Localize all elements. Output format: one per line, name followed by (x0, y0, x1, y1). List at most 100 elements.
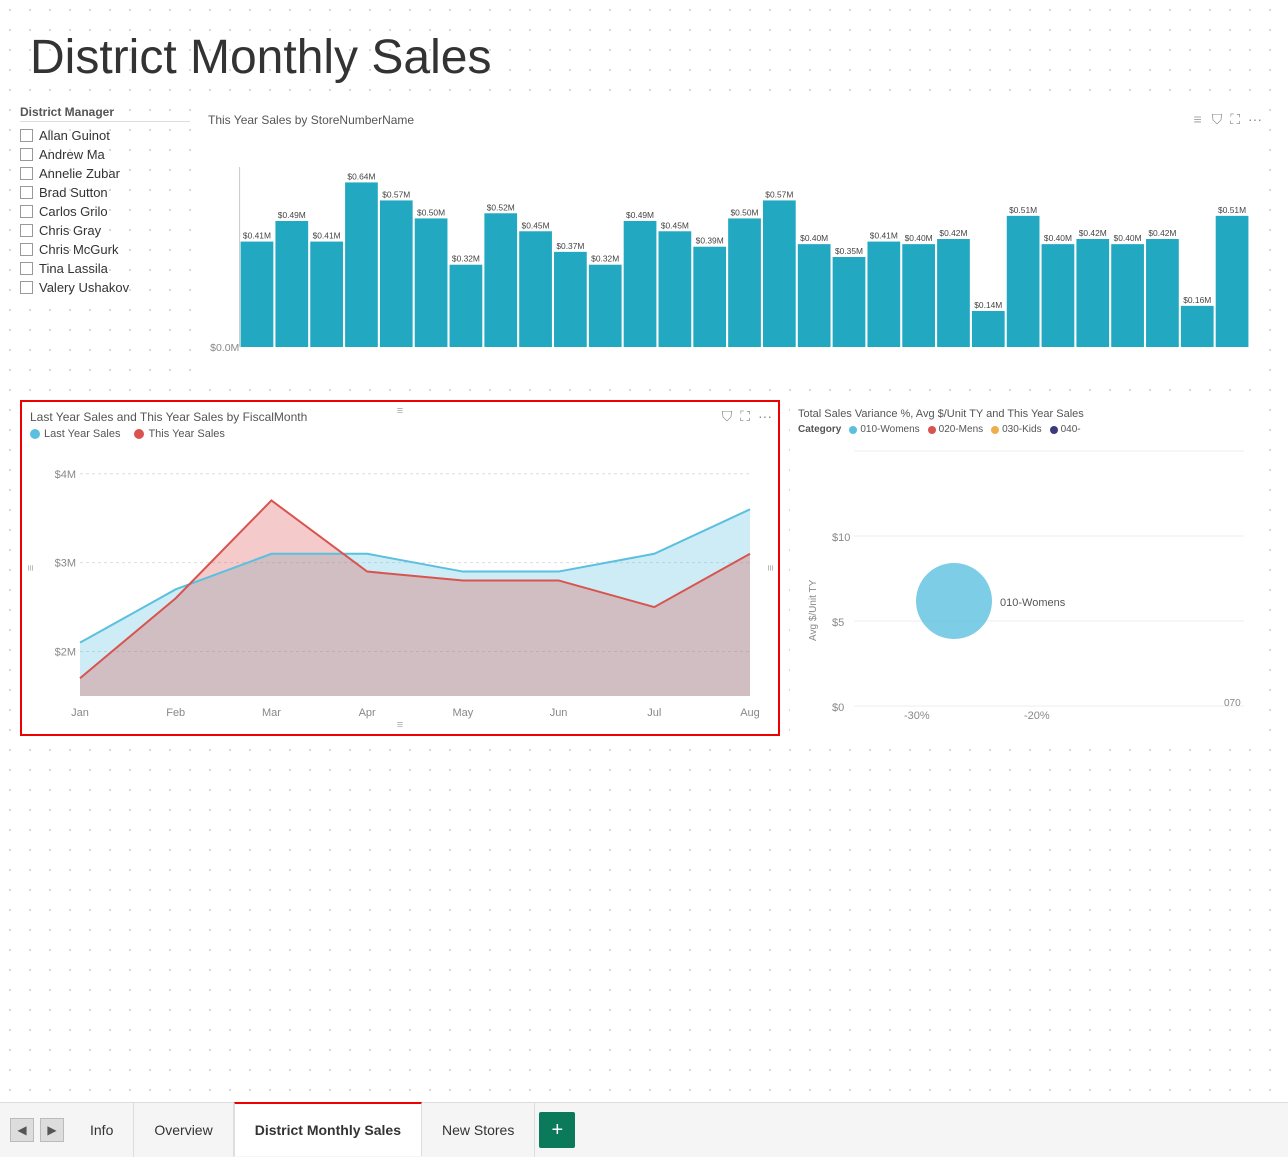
tab-overview[interactable]: Overview (134, 1103, 233, 1157)
bar-rect[interactable] (1076, 239, 1109, 347)
slicer-checkbox[interactable] (20, 243, 33, 256)
line-chart-svg: $2M$3M$4MJanFebMarAprMayJunJulAug (30, 446, 770, 726)
svg-text:$0.41M: $0.41M (243, 232, 271, 241)
slicer-item-label: Valery Ushakov (39, 280, 129, 295)
this-year-dot (134, 429, 144, 439)
slicer-item-label: Chris Gray (39, 223, 101, 238)
more-icon[interactable]: ··· (1248, 111, 1262, 128)
tab-district-monthly-sales[interactable]: District Monthly Sales (234, 1102, 422, 1156)
bar-rect[interactable] (937, 239, 970, 347)
filter-icon[interactable]: ⛉ (1212, 111, 1223, 128)
slicer-checkbox[interactable] (20, 186, 33, 199)
tab-info[interactable]: Info (70, 1103, 134, 1157)
slicer-checkbox[interactable] (20, 167, 33, 180)
expand-icon[interactable]: ⛶ (1230, 111, 1240, 128)
svg-text:Avg $/Unit TY: Avg $/Unit TY (808, 579, 819, 641)
last-year-label: Last Year Sales (44, 428, 120, 440)
svg-text:$0.41M: $0.41M (313, 232, 341, 241)
bar-rect[interactable] (1216, 216, 1249, 347)
bar-rect[interactable] (241, 242, 274, 347)
svg-text:Apr: Apr (359, 707, 376, 719)
bar-rect[interactable] (519, 231, 552, 347)
add-tab-button[interactable]: + (539, 1112, 575, 1148)
slicer-item-label: Tina Lassila (39, 261, 108, 276)
svg-text:$0.40M: $0.40M (800, 234, 828, 243)
slicer-item-label: Annelie Zubar (39, 166, 120, 181)
bar-rect[interactable] (867, 242, 900, 347)
tab-new-stores[interactable]: New Stores (422, 1103, 535, 1157)
bar-rect[interactable] (1181, 306, 1214, 347)
bar-rect[interactable] (484, 213, 517, 347)
tab-nav-next[interactable]: ▶ (40, 1118, 64, 1142)
slicer-item[interactable]: Carlos Grilo (20, 204, 190, 219)
svg-text:$0.42M: $0.42M (1148, 229, 1176, 238)
slicer-checkbox[interactable] (20, 281, 33, 294)
svg-text:-30%: -30% (904, 710, 930, 721)
line-chart-panel[interactable]: ≡ ≡ ≡ ≡ ⛉ ⛶ ··· Last Year Sales and This… (20, 400, 780, 736)
slicer-item[interactable]: Chris McGurk (20, 242, 190, 257)
slicer-item[interactable]: Tina Lassila (20, 261, 190, 276)
bar-rect[interactable] (1111, 244, 1144, 347)
svg-text:$0.50M: $0.50M (417, 209, 445, 218)
slicer-item-label: Brad Sutton (39, 185, 108, 200)
bubble-womens[interactable] (916, 563, 992, 639)
bar-rect[interactable] (589, 265, 622, 347)
scatter-legend-040: 040- (1050, 424, 1081, 435)
bar-rect[interactable] (415, 218, 448, 347)
bar-rect[interactable] (798, 244, 831, 347)
slicer-checkbox[interactable] (20, 205, 33, 218)
bar-rect[interactable] (902, 244, 935, 347)
slicer-item[interactable]: Andrew Ma (20, 147, 190, 162)
svg-text:$0.52M: $0.52M (487, 203, 515, 212)
svg-text:$5: $5 (832, 617, 844, 629)
expand-icon[interactable]: ⛶ (740, 408, 750, 425)
bar-rect[interactable] (1042, 244, 1075, 347)
svg-text:$0.42M: $0.42M (1079, 229, 1107, 238)
scatter-chart-area: $0 $5 $10 Avg $/Unit TY -30% -20% (798, 441, 1260, 721)
bar-rect[interactable] (310, 242, 343, 347)
svg-text:$0.0M: $0.0M (210, 343, 239, 354)
page-title: District Monthly Sales (20, 20, 1268, 85)
bar-rect[interactable] (1007, 216, 1040, 347)
svg-text:$0.32M: $0.32M (452, 255, 480, 264)
bar-rect[interactable] (554, 252, 587, 347)
svg-text:$0.40M: $0.40M (1114, 234, 1142, 243)
line-chart-legend: Last Year Sales This Year Sales (30, 428, 770, 440)
slicer-checkbox[interactable] (20, 224, 33, 237)
slicer-item-label: Carlos Grilo (39, 204, 108, 219)
slicer-item[interactable]: Chris Gray (20, 223, 190, 238)
scatter-legend-womens: 010-Womens (849, 424, 919, 435)
filter-icon[interactable]: ⛉ (722, 408, 733, 425)
svg-text:$0.14M: $0.14M (974, 301, 1002, 310)
tab-nav-prev[interactable]: ◀ (10, 1118, 34, 1142)
bar-rect[interactable] (345, 182, 378, 347)
svg-text:Aug: Aug (740, 707, 760, 719)
scatter-chart-panel: Total Sales Variance %, Avg $/Unit TY an… (790, 400, 1268, 736)
bar-rect[interactable] (763, 200, 796, 347)
slicer-checkbox[interactable] (20, 262, 33, 275)
bar-rect[interactable] (380, 200, 413, 347)
slicer-item[interactable]: Annelie Zubar (20, 166, 190, 181)
bar-rect[interactable] (833, 257, 866, 347)
slicer-items-container: Allan Guinot Andrew Ma Annelie Zubar Brad S… (20, 128, 190, 295)
slicer-checkbox[interactable] (20, 148, 33, 161)
slicer-item[interactable]: Brad Sutton (20, 185, 190, 200)
slicer-checkbox[interactable] (20, 129, 33, 142)
bar-rect[interactable] (624, 221, 657, 347)
more-icon[interactable]: ··· (758, 408, 772, 425)
svg-text:$4M: $4M (55, 469, 76, 481)
slicer-item[interactable]: Valery Ushakov (20, 280, 190, 295)
bar-chart-icons: ≡ ⛉ ⛶ ··· (1194, 111, 1262, 128)
bar-rect[interactable] (972, 311, 1005, 347)
bar-chart-panel: This Year Sales by StoreNumberName ≡ ⛉ ⛶… (200, 105, 1268, 385)
bar-rect[interactable] (693, 247, 726, 347)
bar-rect[interactable] (1146, 239, 1179, 347)
svg-text:070: 070 (1224, 698, 1241, 709)
bar-rect[interactable] (728, 218, 761, 347)
bar-rect[interactable] (659, 231, 692, 347)
womens-label: 010-Womens (860, 424, 919, 435)
page-background: District Monthly Sales District Manager … (0, 0, 1288, 1157)
bar-rect[interactable] (275, 221, 308, 347)
slicer-item[interactable]: Allan Guinot (20, 128, 190, 143)
bar-rect[interactable] (450, 265, 483, 347)
